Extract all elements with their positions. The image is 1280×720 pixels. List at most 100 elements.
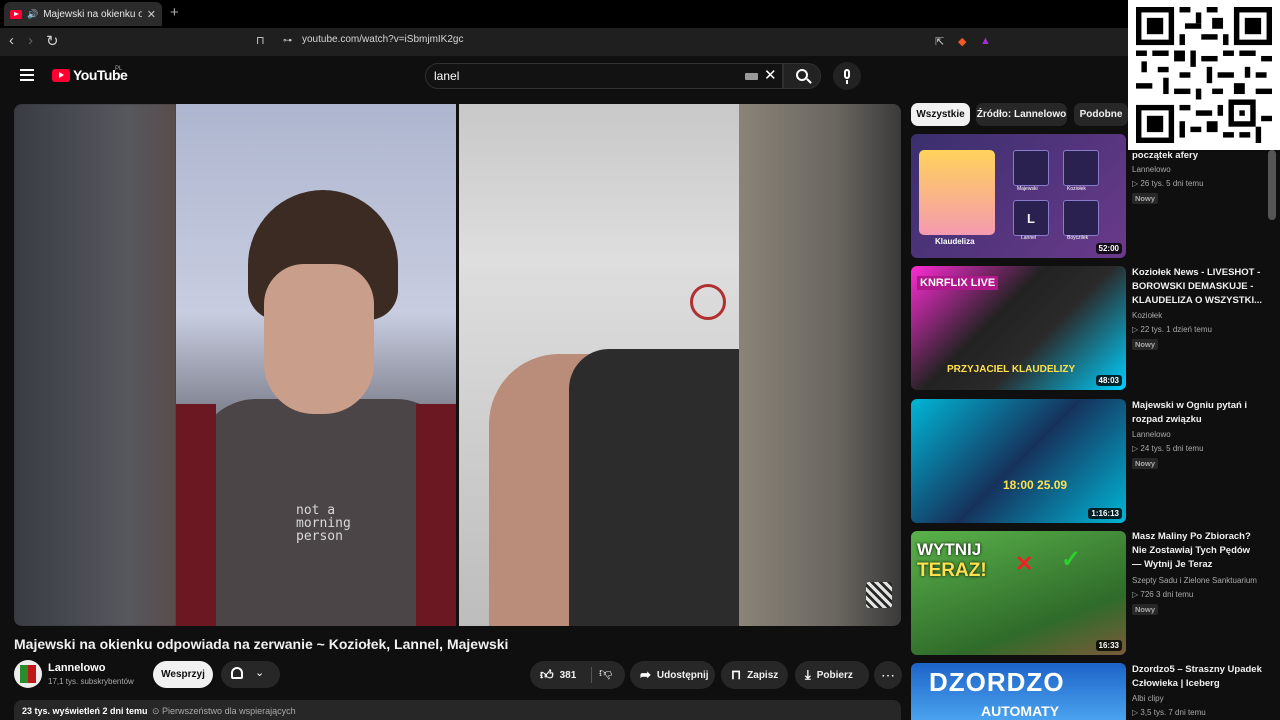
keyboard-icon[interactable] <box>745 73 758 80</box>
thumbnail-text: DZORDZO <box>929 667 1065 697</box>
thumbnail-text: KNRFLIX LIVE <box>917 276 999 290</box>
rec-title[interactable]: początek afery <box>1132 149 1262 163</box>
save-button[interactable]: ⊓ Zapisz <box>721 661 788 689</box>
share-button[interactable]: ➦ Udostępnij <box>630 661 715 689</box>
brave-shield-icon[interactable]: ◆ <box>958 35 966 48</box>
chip-related[interactable]: Podobne <box>1074 103 1128 126</box>
share-icon: ➦ <box>640 667 651 682</box>
thumbnail-label: Boyczilek <box>1067 235 1089 241</box>
download-button[interactable]: ⤓ Pobierz <box>795 661 869 689</box>
bookmark-save-icon: ⊓ <box>731 667 742 682</box>
cross-icon: ✕ <box>1015 551 1034 576</box>
duration-badge: 52:00 <box>1095 243 1122 254</box>
chevron-down-icon: ⌄ <box>255 667 265 679</box>
browser-toolbar <box>0 28 1280 56</box>
youtube-favicon-icon <box>10 9 22 19</box>
rec-channel[interactable]: Lannelowo <box>1132 430 1171 439</box>
thumbnail-text: WYTNIJ <box>917 540 982 559</box>
search-clear-icon[interactable]: ✕ <box>764 66 777 84</box>
duration-badge: 48:03 <box>1095 375 1122 386</box>
chip-source[interactable]: Źródło: Lannelowo <box>976 103 1067 126</box>
sidebar-scrollbar[interactable] <box>1268 150 1276 220</box>
download-icon: ⤓ <box>805 667 811 682</box>
rec-channel[interactable]: Lannelowo <box>1132 165 1171 174</box>
channel-name[interactable]: Lannelowo <box>48 662 105 674</box>
thumbnail-text: 18:00 25.09 <box>1003 478 1068 492</box>
subscriber-count: 17,1 tys. subskrybentów <box>48 677 134 686</box>
like-divider <box>591 667 592 683</box>
voice-search-button[interactable] <box>833 62 861 90</box>
thumbnail[interactable]: KNRFLIX LIVE PRZYJACIEL KLAUDELIZY 48:03 <box>911 266 1126 390</box>
chip-all[interactable]: Wszystkie <box>911 103 970 126</box>
rec-title[interactable]: Koziołek News - LIVESHOT - BOROWSKI DEMA… <box>1132 266 1262 308</box>
thumbnail-label: Lannel <box>1021 235 1037 241</box>
qr-code <box>1128 0 1280 150</box>
wall-sign <box>690 284 726 320</box>
thumbs-down-icon: 👎︎ <box>599 665 613 680</box>
thumbnail-label: Majewski <box>1017 186 1038 192</box>
channel-avatar[interactable] <box>14 660 42 688</box>
new-badge: Nowy <box>1132 458 1159 469</box>
rec-title[interactable]: Majewski w Ogniu pytań i rozpad związku <box>1132 399 1262 427</box>
check-icon: ✓ <box>1061 546 1082 573</box>
notifications-button[interactable]: ⌄ <box>221 661 280 688</box>
rec-meta: ▷ 3,5 tys. 7 dni temu <box>1132 708 1206 717</box>
thumbnail-text: TERAZ! <box>917 560 987 581</box>
back-button[interactable]: ‹ <box>9 32 14 49</box>
brave-rewards-icon[interactable]: ▲ <box>980 35 991 47</box>
youtube-play-icon <box>52 68 70 82</box>
views-and-date: 23 tys. wyświetleń 2 dni temu <box>22 706 148 716</box>
more-actions-button[interactable]: ⋯ <box>874 661 902 689</box>
thumbnail[interactable]: WYTNIJ TERAZ! ✕ ✓ 16:33 <box>911 531 1126 655</box>
duration-badge: 16:33 <box>1095 640 1122 651</box>
address-bar[interactable]: youtube.com/watch?v=iSbmjmIK2gc <box>302 34 463 45</box>
new-badge: Nowy <box>1132 339 1159 350</box>
qr-code-icon <box>1136 7 1272 143</box>
new-badge: Nowy <box>1132 604 1159 615</box>
rec-title[interactable]: Dzordzo5 – Straszny Upadek Człowieka | I… <box>1132 663 1262 691</box>
rec-meta: ▷ 24 tys. 5 dni temu <box>1132 444 1204 453</box>
forward-button[interactable]: › <box>28 32 33 49</box>
webcam-right <box>459 104 739 626</box>
rec-meta: ▷ 22 tys. 1 dzień temu <box>1132 325 1212 334</box>
tab-close-icon[interactable]: ✕ <box>147 8 156 21</box>
browser-tab[interactable]: 🔊 Majewski na okienku odpowi ✕ <box>4 2 162 26</box>
video-title: Majewski na okienku odpowiada na zerwani… <box>14 636 509 652</box>
site-info-icon[interactable]: ⊶ <box>283 35 292 46</box>
tab-title: Majewski na okienku odpowi <box>43 8 142 20</box>
browser-tab-bar <box>0 0 1280 28</box>
search-button[interactable] <box>783 63 821 89</box>
thumbnail-text: AUTOMATY <box>981 703 1060 719</box>
thumbnail-text: PRZYJACIEL KLAUDELIZY <box>947 364 1076 375</box>
channel-watermark-icon[interactable] <box>866 582 892 608</box>
thumbnail[interactable]: Klaudeliza L Majewski Koziołek Lannel Bo… <box>911 134 1126 258</box>
thumbnail[interactable]: 18:00 25.09 1:16:13 <box>911 399 1126 523</box>
video-blur-left <box>14 104 176 626</box>
rec-meta: ▷ 26 tys. 5 dni temu <box>1132 179 1204 188</box>
open-external-icon[interactable]: ⇱ <box>935 35 944 48</box>
video-player[interactable]: not a morning person <box>14 104 901 626</box>
rec-title[interactable]: Masz Maliny Po Zbiorach? Nie Zostawiaj T… <box>1132 530 1262 572</box>
search-input[interactable] <box>425 63 783 89</box>
shirt-print-text: not a morning person <box>296 503 351 544</box>
reload-button[interactable]: ↻ <box>46 32 59 50</box>
rec-channel[interactable]: Koziołek <box>1132 311 1162 320</box>
rec-channel[interactable]: Szepty Sadu i Zielone Sanktuarium <box>1132 576 1257 585</box>
country-code: PL <box>115 66 123 72</box>
rec-meta: ▷ 726 3 dni temu <box>1132 590 1194 599</box>
webcam-left: not a morning person <box>176 104 456 626</box>
support-button[interactable]: Wesprzyj <box>153 661 213 688</box>
rec-channel[interactable]: Albi clipy <box>1132 694 1164 703</box>
video-blur-right <box>739 104 901 626</box>
hamburger-menu-icon[interactable] <box>20 69 34 81</box>
new-tab-button[interactable]: + <box>170 4 179 21</box>
audio-icon: 🔊 <box>27 8 39 19</box>
like-count: 381 <box>559 669 577 681</box>
thumbnail[interactable]: DZORDZO AUTOMATY <box>911 663 1126 720</box>
download-label: Pobierz <box>816 669 853 681</box>
thumbs-up-icon: 👍︎ <box>540 667 554 682</box>
search-input-value[interactable]: lanel <box>434 69 459 83</box>
dislike-button[interactable]: 👎︎ <box>599 665 612 681</box>
bell-icon <box>231 667 243 679</box>
bookmark-icon[interactable]: ⊓ <box>256 34 265 47</box>
